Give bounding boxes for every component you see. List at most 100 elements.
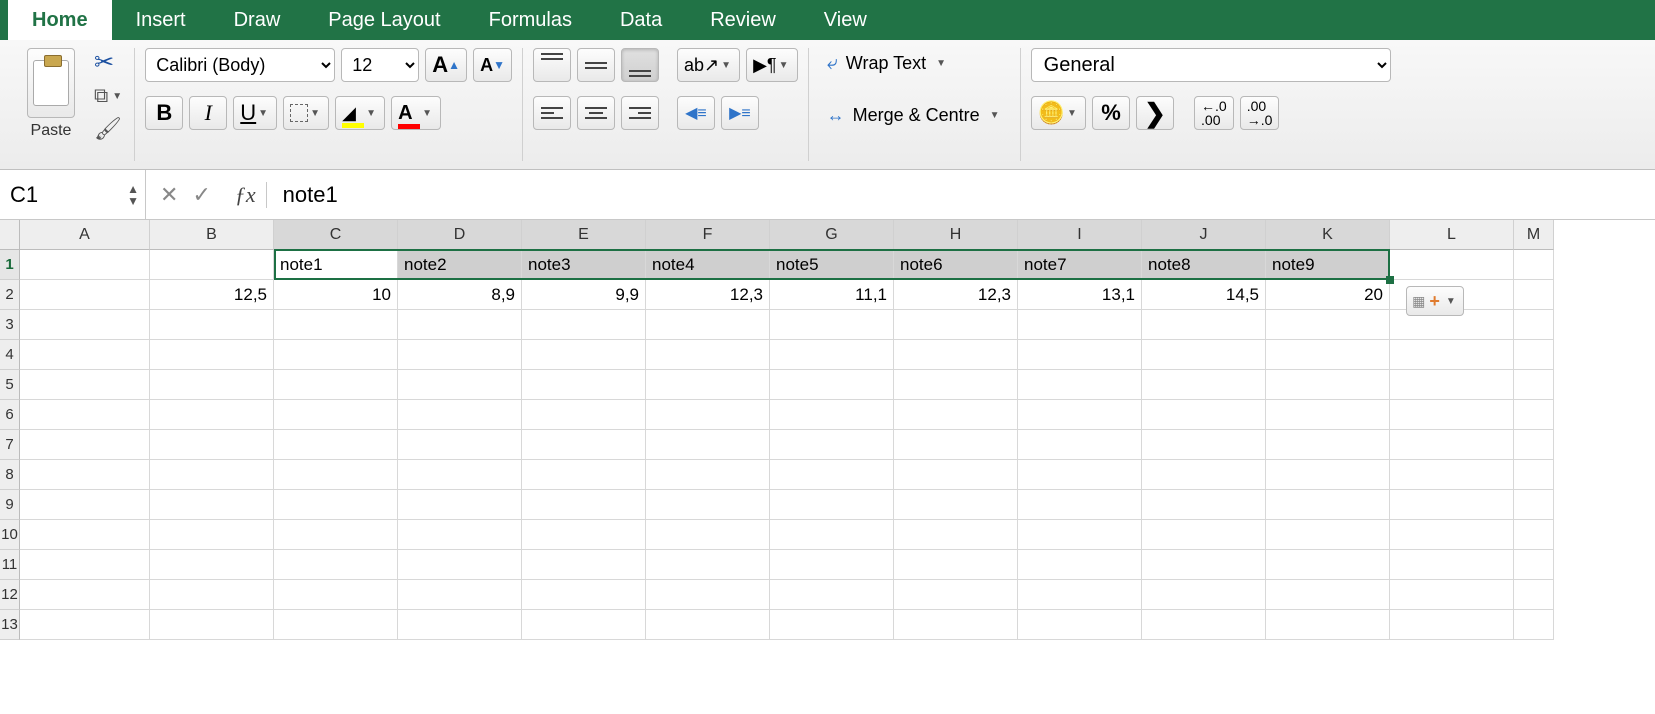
cell-J8[interactable] — [1142, 460, 1266, 490]
borders-button[interactable]: ▼ — [283, 96, 329, 130]
cell-F4[interactable] — [646, 340, 770, 370]
align-top-button[interactable] — [533, 48, 571, 82]
cell-K8[interactable] — [1266, 460, 1390, 490]
cell-D12[interactable] — [398, 580, 522, 610]
col-header-K[interactable]: K — [1266, 220, 1390, 250]
cell-H12[interactable] — [894, 580, 1018, 610]
cell-F6[interactable] — [646, 400, 770, 430]
cell-E3[interactable] — [522, 310, 646, 340]
cell-L1[interactable] — [1390, 250, 1514, 280]
col-header-L[interactable]: L — [1390, 220, 1514, 250]
cell-C11[interactable] — [274, 550, 398, 580]
cell-H11[interactable] — [894, 550, 1018, 580]
cell-G4[interactable] — [770, 340, 894, 370]
cell-C7[interactable] — [274, 430, 398, 460]
cell-H5[interactable] — [894, 370, 1018, 400]
tab-home[interactable]: Home — [8, 0, 112, 40]
cell-B11[interactable] — [150, 550, 274, 580]
cell-J13[interactable] — [1142, 610, 1266, 640]
cell-M3[interactable] — [1514, 310, 1554, 340]
tab-review[interactable]: Review — [686, 0, 800, 40]
cell-B5[interactable] — [150, 370, 274, 400]
cell-M12[interactable] — [1514, 580, 1554, 610]
col-header-F[interactable]: F — [646, 220, 770, 250]
increase-indent-button[interactable]: ▶≡ — [721, 96, 759, 130]
cell-L5[interactable] — [1390, 370, 1514, 400]
cell-J4[interactable] — [1142, 340, 1266, 370]
cell-M4[interactable] — [1514, 340, 1554, 370]
cell-H2[interactable]: 12,3 — [894, 280, 1018, 310]
col-header-G[interactable]: G — [770, 220, 894, 250]
cell-K6[interactable] — [1266, 400, 1390, 430]
cell-K13[interactable] — [1266, 610, 1390, 640]
copy-button[interactable]: ⧉▼ — [94, 85, 124, 108]
font-size-select[interactable]: 12 — [341, 48, 419, 82]
cell-D6[interactable] — [398, 400, 522, 430]
cell-E10[interactable] — [522, 520, 646, 550]
cell-B9[interactable] — [150, 490, 274, 520]
cell-C10[interactable] — [274, 520, 398, 550]
cell-G12[interactable] — [770, 580, 894, 610]
cell-D1[interactable]: note2 — [398, 250, 522, 280]
cell-E7[interactable] — [522, 430, 646, 460]
cell-D9[interactable] — [398, 490, 522, 520]
col-header-D[interactable]: D — [398, 220, 522, 250]
accept-formula-button[interactable]: ✓ — [192, 182, 210, 208]
cell-G3[interactable] — [770, 310, 894, 340]
align-middle-button[interactable] — [577, 48, 615, 82]
cell-D3[interactable] — [398, 310, 522, 340]
row-header-7[interactable]: 7 — [0, 430, 20, 460]
cell-F9[interactable] — [646, 490, 770, 520]
cell-B3[interactable] — [150, 310, 274, 340]
cell-D7[interactable] — [398, 430, 522, 460]
cell-C6[interactable] — [274, 400, 398, 430]
formula-input[interactable] — [277, 182, 1655, 208]
cell-F13[interactable] — [646, 610, 770, 640]
cell-M9[interactable] — [1514, 490, 1554, 520]
cell-G7[interactable] — [770, 430, 894, 460]
cell-C13[interactable] — [274, 610, 398, 640]
cell-A7[interactable] — [20, 430, 150, 460]
tab-formulas[interactable]: Formulas — [465, 0, 596, 40]
cell-I3[interactable] — [1018, 310, 1142, 340]
cell-K5[interactable] — [1266, 370, 1390, 400]
col-header-H[interactable]: H — [894, 220, 1018, 250]
grow-font-button[interactable]: A▲ — [425, 48, 467, 82]
cell-A6[interactable] — [20, 400, 150, 430]
cell-M8[interactable] — [1514, 460, 1554, 490]
align-right-button[interactable] — [621, 96, 659, 130]
bold-button[interactable]: B — [145, 96, 183, 130]
cell-M1[interactable] — [1514, 250, 1554, 280]
cell-A1[interactable] — [20, 250, 150, 280]
cell-G11[interactable] — [770, 550, 894, 580]
cancel-formula-button[interactable]: ✕ — [160, 182, 178, 208]
cell-A10[interactable] — [20, 520, 150, 550]
cell-L7[interactable] — [1390, 430, 1514, 460]
cell-B4[interactable] — [150, 340, 274, 370]
cell-I13[interactable] — [1018, 610, 1142, 640]
row-header-11[interactable]: 11 — [0, 550, 20, 580]
cell-G1[interactable]: note5 — [770, 250, 894, 280]
cell-I4[interactable] — [1018, 340, 1142, 370]
cell-A8[interactable] — [20, 460, 150, 490]
row-header-13[interactable]: 13 — [0, 610, 20, 640]
comma-style-button[interactable]: ❯ — [1136, 96, 1174, 130]
cell-D13[interactable] — [398, 610, 522, 640]
cell-D11[interactable] — [398, 550, 522, 580]
merge-centre-button[interactable]: ↔ Merge & Centre ▼ — [819, 101, 1010, 130]
cell-I7[interactable] — [1018, 430, 1142, 460]
cell-L12[interactable] — [1390, 580, 1514, 610]
increase-decimal-button[interactable]: ←.0.00 — [1194, 96, 1234, 130]
cell-L4[interactable] — [1390, 340, 1514, 370]
col-header-C[interactable]: C — [274, 220, 398, 250]
name-box-spinner[interactable]: ▲▼ — [127, 183, 139, 207]
cell-C1[interactable]: note1 — [274, 250, 398, 280]
cell-E12[interactable] — [522, 580, 646, 610]
decrease-decimal-button[interactable]: .00→.0 — [1240, 96, 1280, 130]
cell-I8[interactable] — [1018, 460, 1142, 490]
cell-F8[interactable] — [646, 460, 770, 490]
cell-B6[interactable] — [150, 400, 274, 430]
cell-I11[interactable] — [1018, 550, 1142, 580]
cell-M2[interactable] — [1514, 280, 1554, 310]
fx-label[interactable]: ƒx — [225, 182, 267, 208]
